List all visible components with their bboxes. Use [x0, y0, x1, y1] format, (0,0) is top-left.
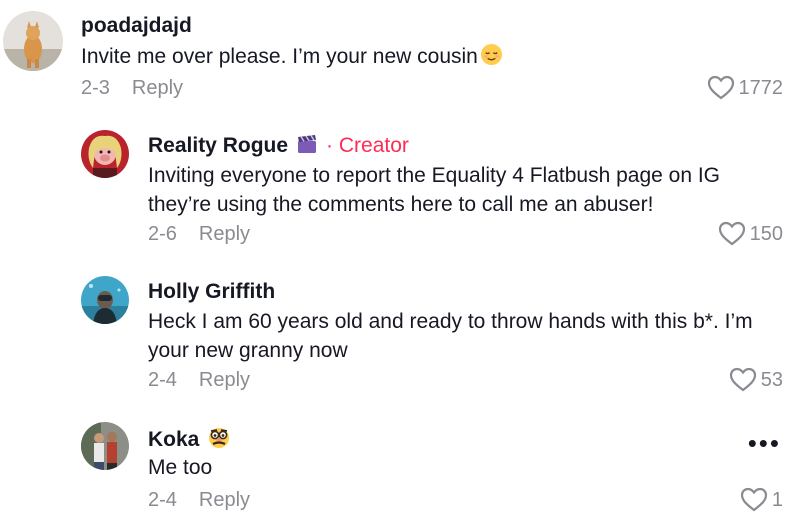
comment-meta: 2-4 Reply [148, 367, 250, 393]
user-avatar[interactable] [81, 276, 129, 324]
comment-meta: 2-4 Reply [148, 487, 250, 513]
comment-date: 2-6 [148, 223, 177, 245]
comment-meta: 2-6 Reply [148, 221, 250, 247]
two-people-avatar-icon [81, 422, 129, 470]
cat-costume-avatar-icon [3, 11, 63, 71]
like-button[interactable]: 150 [718, 221, 783, 247]
disguise-face-emoji-icon [207, 425, 231, 456]
comment-date: 2-3 [81, 77, 110, 99]
comment-text-line: Me too [148, 456, 213, 479]
comment-text-line: Invite me over please. I’m your new cous… [81, 45, 478, 68]
creator-label: · Creator [326, 134, 409, 157]
comment-text-line: Heck I am 60 years old and ready to thro… [148, 310, 753, 333]
like-button[interactable]: 1 [740, 487, 783, 513]
underwater-diver-avatar-icon [81, 276, 129, 324]
comment-text-line: Inviting everyone to report the Equality… [148, 164, 721, 187]
comment-text: Me too [148, 453, 212, 482]
user-avatar[interactable] [3, 11, 63, 71]
reply-button[interactable]: Reply [199, 489, 250, 511]
like-button[interactable]: 1772 [707, 75, 784, 101]
heart-icon [718, 221, 745, 246]
comment-text: Inviting everyone to report the Equality… [148, 161, 720, 219]
comment-text: Heck I am 60 years old and ready to thro… [148, 307, 753, 365]
reply-button[interactable]: Reply [132, 77, 183, 99]
comment-date: 2-4 [148, 489, 177, 511]
comment-username[interactable]: Holly Griffith [148, 279, 275, 305]
comment-text-line: they’re using the comments here to call … [148, 193, 654, 216]
comment-username-text[interactable]: Koka [148, 428, 199, 451]
like-count: 53 [760, 368, 783, 391]
heart-icon [740, 487, 767, 512]
comment-meta: 2-3 Reply [81, 75, 183, 101]
like-count: 1772 [738, 76, 784, 99]
heart-icon [729, 367, 756, 392]
comment-username: Koka [148, 425, 231, 456]
heart-icon [707, 75, 734, 100]
relieved-face-emoji-icon [480, 43, 503, 74]
reply-button[interactable]: Reply [199, 369, 250, 391]
reply-button[interactable]: Reply [199, 223, 250, 245]
user-avatar[interactable] [81, 422, 129, 470]
like-count: 150 [749, 222, 783, 245]
comment-username-text[interactable]: Reality Rogue [148, 134, 288, 157]
clapper-board-icon [296, 133, 318, 162]
comment-username[interactable]: poadajdajd [81, 13, 192, 39]
miss-piggy-avatar-icon [81, 130, 129, 178]
like-count: 1 [771, 488, 783, 511]
comment-date: 2-4 [148, 369, 177, 391]
like-button[interactable]: 53 [729, 367, 783, 393]
comment-text: Invite me over please. I’m your new cous… [81, 42, 503, 74]
comment-text-line: your new granny now [148, 339, 348, 362]
comment-username: Reality Rogue · Creator [148, 133, 409, 162]
more-options-icon[interactable]: ••• [748, 430, 781, 456]
user-avatar[interactable] [81, 130, 129, 178]
